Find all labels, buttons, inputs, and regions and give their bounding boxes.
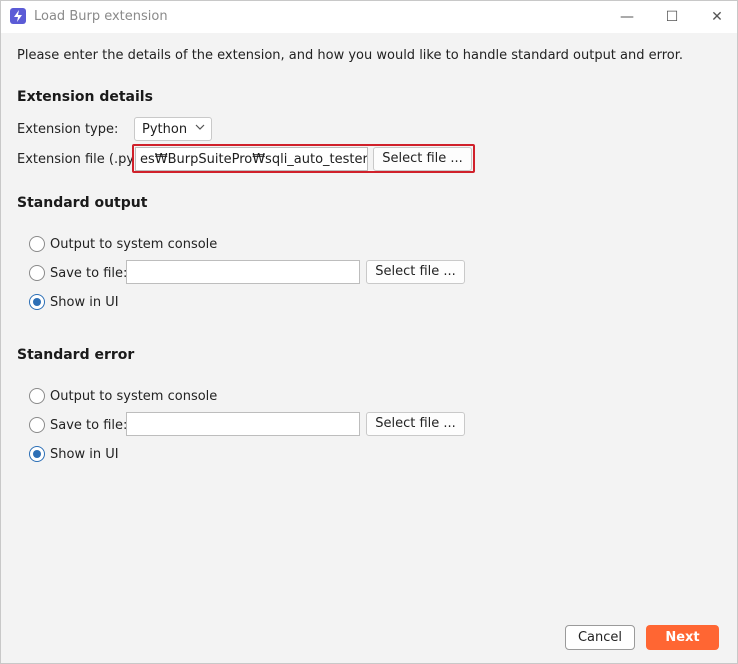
- window-title: Load Burp extension: [34, 9, 168, 24]
- close-icon[interactable]: ✕: [697, 5, 737, 29]
- burp-lightning-icon: [10, 8, 26, 24]
- stdout-ui-radio[interactable]: [29, 294, 45, 310]
- extension-select-file-button[interactable]: Select file ...: [373, 147, 472, 171]
- extension-file-input[interactable]: es₩BurpSuitePro₩sqli_auto_tester.py: [135, 147, 368, 171]
- minimize-icon[interactable]: —: [607, 5, 647, 29]
- stderr-ui-label: Show in UI: [50, 447, 119, 462]
- stdout-select-file-button[interactable]: Select file ...: [366, 260, 465, 284]
- stdout-save-radio[interactable]: [29, 265, 45, 281]
- extension-details-heading: Extension details: [17, 89, 153, 105]
- stdout-save-label: Save to file:: [50, 266, 128, 281]
- extension-file-label: Extension file (.py):: [17, 152, 144, 167]
- intro-text: Please enter the details of the extensio…: [17, 48, 684, 63]
- extension-type-select[interactable]: Python: [134, 117, 212, 141]
- load-extension-dialog: Load Burp extension — ☐ ✕ Please enter t…: [0, 0, 738, 664]
- stderr-console-radio[interactable]: [29, 388, 45, 404]
- stderr-save-label: Save to file:: [50, 418, 128, 433]
- stderr-select-file-button[interactable]: Select file ...: [366, 412, 465, 436]
- standard-output-heading: Standard output: [17, 195, 148, 211]
- title-bar: Load Burp extension — ☐ ✕: [1, 1, 737, 33]
- extension-type-value: Python: [142, 122, 188, 137]
- stdout-console-label: Output to system console: [50, 237, 218, 252]
- stderr-console-label: Output to system console: [50, 389, 218, 404]
- stdout-ui-label: Show in UI: [50, 295, 119, 310]
- chevron-down-icon: [195, 122, 205, 135]
- next-button[interactable]: Next: [646, 625, 719, 650]
- standard-error-heading: Standard error: [17, 347, 135, 363]
- stderr-ui-radio[interactable]: [29, 446, 45, 462]
- stderr-save-path-input[interactable]: [126, 412, 360, 436]
- stdout-save-path-input[interactable]: [126, 260, 360, 284]
- maximize-icon[interactable]: ☐: [652, 5, 692, 29]
- stderr-save-radio[interactable]: [29, 417, 45, 433]
- cancel-button[interactable]: Cancel: [565, 625, 635, 650]
- stdout-console-radio[interactable]: [29, 236, 45, 252]
- extension-type-label: Extension type:: [17, 122, 119, 137]
